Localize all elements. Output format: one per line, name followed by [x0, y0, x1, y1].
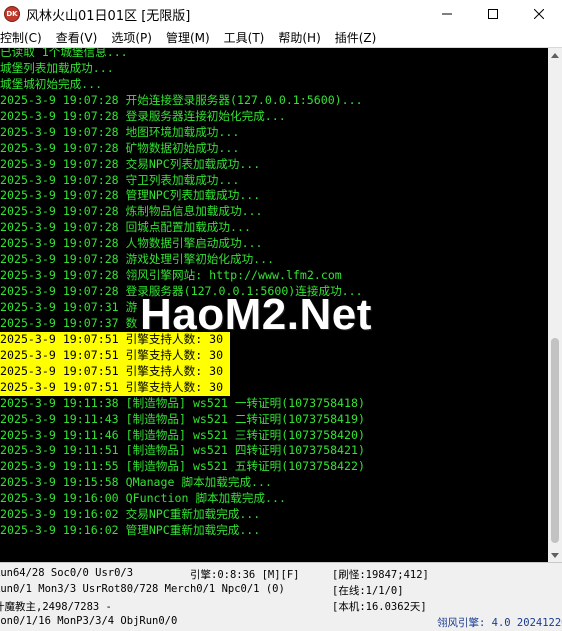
title-bar[interactable]: DK 风林火山01日01区 [无限版]: [0, 0, 562, 28]
menu-tools[interactable]: 工具(T): [224, 29, 271, 46]
log-line: 2025-3-9 19:07:51 引擎支持人数: 30: [0, 379, 230, 396]
status-monster-refresh: [刷怪:19847;412]: [332, 569, 429, 581]
scroll-thumb[interactable]: [551, 338, 559, 543]
close-icon: [534, 9, 544, 19]
log-line: 2025-3-9 19:07:28 开始连接登录服务器(127.0.0.1:56…: [0, 92, 363, 107]
watermark: HaoM2.Net: [140, 290, 372, 339]
log-line: 2025-3-9 19:07:28 登录服务器连接初始化完成...: [0, 108, 286, 123]
log-line: 2025-3-9 19:16:00 QFunction 脚本加载完成...: [0, 491, 286, 506]
minimize-button[interactable]: [424, 0, 470, 28]
maximize-icon: [488, 9, 498, 19]
log-line: 2025-3-9 19:07:28 管理NPC列表加载成功...: [0, 188, 261, 203]
status-online: [在线:1/1/0]: [332, 585, 404, 597]
log-line: 2025-3-9 19:11:38 [制造物品] ws521 一转证明(1073…: [0, 395, 365, 410]
status-panel: Run64/28 Soc0/0 Usr0/3 引擎:0:8:36 [M][F] …: [0, 562, 562, 631]
window-controls: [424, 0, 562, 28]
menu-manage[interactable]: 管理(M): [166, 29, 216, 46]
menu-view[interactable]: 查看(V): [56, 29, 104, 46]
log-line: 城堡列表加载成功...: [0, 60, 114, 75]
window-title: 风林火山01日01区 [无限版]: [26, 8, 191, 24]
app-icon[interactable]: DK: [4, 6, 20, 22]
close-button[interactable]: [516, 0, 562, 28]
log-line: 2025-3-9 19:07:28 炼制物品信息加载成功...: [0, 204, 263, 219]
scroll-up-button[interactable]: [548, 48, 562, 62]
log-line: 2025-3-9 19:07:28 人物数据引擎启动成功...: [0, 236, 263, 251]
menu-help[interactable]: 帮助(H): [278, 29, 326, 46]
log-line: 2025-3-9 19:16:02 管理NPC重新加载完成...: [0, 523, 261, 538]
log-line: 城堡城初始完成...: [0, 76, 103, 91]
log-console[interactable]: 已读取 1个城堡信息... 城堡列表加载成功... 城堡城初始完成... 2025-3…: [0, 48, 562, 562]
log-line: 2025-3-9 19:07:28 回城点配置加载成功...: [0, 220, 251, 235]
app-icon-text: DK: [6, 10, 18, 18]
log-line: 2025-3-9 19:11:43 [制造物品] ws521 二转证明(1073…: [0, 411, 365, 426]
log-line: 2025-3-9 19:11:46 [制造物品] ws521 三转证明(1073…: [0, 427, 365, 442]
log-line: 已读取 1个城堡信息...: [0, 48, 128, 59]
log-line: 2025-3-9 19:07:28 地图环境加载成功...: [0, 124, 240, 139]
log-line: 2025-3-9 19:07:28 游戏处理引擎初始化成功...: [0, 252, 275, 267]
maximize-button[interactable]: [470, 0, 516, 28]
log-line: 2025-3-9 19:15:58 QManage 脚本加载完成...: [0, 475, 272, 490]
menu-bar: 控制(C) 查看(V) 选项(P) 管理(M) 工具(T) 帮助(H) 插件(Z…: [0, 28, 562, 48]
chevron-down-icon: [551, 552, 559, 558]
log-line: 2025-3-9 19:07:28 交易NPC列表加载成功...: [0, 156, 261, 171]
log-line: 2025-3-9 19:07:28 矿物数据初始成功...: [0, 140, 240, 155]
scroll-down-button[interactable]: [548, 548, 562, 562]
status-engine-version: 翎风引擎: 4.0 20241226: [437, 617, 562, 629]
log-line: 2025-3-9 19:07:28 守卫列表加载成功...: [0, 172, 240, 187]
log-line: 2025-3-9 19:11:51 [制造物品] ws521 四转证明(1073…: [0, 443, 365, 458]
vertical-scrollbar[interactable]: [548, 48, 562, 562]
log-line: 2025-3-9 19:16:02 交易NPC重新加载完成...: [0, 507, 261, 522]
status-run-socket: Run64/28 Soc0/0 Usr0/3: [0, 567, 134, 579]
menu-plugins[interactable]: 插件(Z): [335, 29, 383, 46]
status-objects: Mon0/1/16 MonP3/3/4 ObjRun0/0: [0, 615, 178, 627]
status-engine-uptime: 引擎:0:8:36 [M][F]: [190, 569, 300, 581]
menu-control[interactable]: 控制(C): [0, 29, 48, 46]
log-line: 2025-3-9 19:11:55 [制造物品] ws521 五转证明(1073…: [0, 459, 365, 474]
log-line: 2025-3-9 19:07:28 翎风引擎网站: http://www.lfm…: [0, 268, 342, 283]
status-run-monsters: Run0/1 Mon3/3 UsrRot80/728 Merch0/1 Npc0…: [0, 583, 285, 595]
log-line: 2025-3-9 19:07:51 引擎支持人数: 30: [0, 363, 230, 380]
menu-options[interactable]: 选项(P): [111, 29, 158, 46]
status-boss: 叶魔教主,2498/7283 -: [0, 601, 112, 613]
log-line: 2025-3-9 19:07:51 引擎支持人数: 30: [0, 347, 230, 364]
chevron-up-icon: [551, 52, 559, 58]
minimize-icon: [442, 13, 452, 15]
status-local-time: [本机:16.0362天]: [332, 601, 427, 613]
